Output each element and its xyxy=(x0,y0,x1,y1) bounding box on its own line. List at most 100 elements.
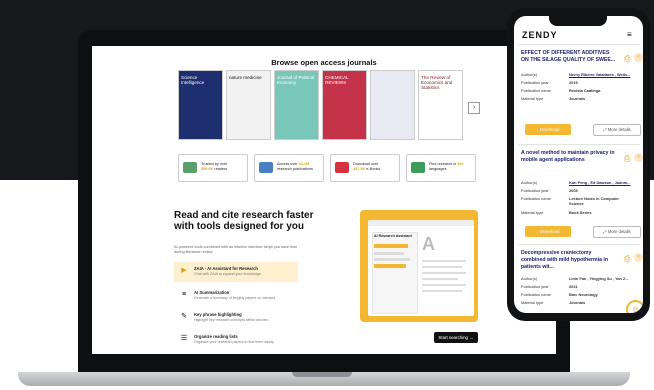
ai-assistant-preview: AI Research Assistant A xyxy=(360,210,478,322)
pdf-icon[interactable]: ⎙ xyxy=(624,54,632,64)
stat-languages: Find research in 54+ languages xyxy=(406,154,476,182)
journal-cover-title: CHEMICAL REVIEWS xyxy=(325,75,349,85)
result-card: Decompressive craniectomy combined with … xyxy=(519,250,643,312)
list-icon: ☰ xyxy=(180,335,188,342)
stat-value: 54+ xyxy=(457,162,464,166)
meta-publication: Lecture Notes in Computer Science xyxy=(569,196,619,206)
stat-unit: e-Books xyxy=(365,167,381,171)
result-title[interactable]: EFFECT OF DIFFERENT ADDITIVES ON THE SIL… xyxy=(521,50,617,64)
result-card: EFFECT OF DIFFERENT ADDITIVES ON THE SIL… xyxy=(519,50,643,142)
ai-panel-title: AI Research Assistant xyxy=(374,234,412,238)
journal-cover-title: Science Intelligence xyxy=(181,75,205,85)
share-icon[interactable]: < xyxy=(634,153,643,162)
journal-cover[interactable]: CHEMICAL REVIEWS xyxy=(322,70,367,140)
feature-title: Organize reading lists xyxy=(194,334,238,339)
journal-cover-title: Journal of Political Economy xyxy=(277,75,315,85)
highlight-icon: ✎ xyxy=(181,313,187,320)
journal-cover[interactable]: Journal of Political Economy xyxy=(274,70,319,140)
zaia-icon: ▶ xyxy=(181,267,187,274)
meta-year: 2005 xyxy=(569,188,578,193)
meta-label: Author(s) xyxy=(521,276,537,281)
stat-readers: Trusted by over 550.9K readers xyxy=(178,154,248,182)
feature-highlighting[interactable]: ✎ Key phrase highlighting Highlight key … xyxy=(174,308,298,328)
feature-title: Key phrase highlighting xyxy=(194,312,242,317)
download-icon xyxy=(335,162,349,173)
feature-desc: Generate a summary of lengthy papers on … xyxy=(194,296,277,300)
download-button[interactable]: ↓ Download xyxy=(525,124,571,135)
feature-reading-lists[interactable]: ☰ Organize reading lists Organize your r… xyxy=(174,330,298,350)
journal-cover[interactable]: Science Intelligence xyxy=(178,70,223,140)
stat-line: Download over xyxy=(353,162,379,166)
more-details-button[interactable]: ⤢ More details xyxy=(593,226,641,238)
meta-authors[interactable]: Linin Fan , Yingying Su , Yan Z... xyxy=(569,276,629,281)
meta-material: Book Series xyxy=(569,210,592,215)
meta-material: Journals xyxy=(569,96,586,101)
meta-year: 2021 xyxy=(569,284,578,289)
meta-material: Journals xyxy=(569,300,586,305)
summary-icon: ≡ xyxy=(181,291,187,298)
result-title[interactable]: Decompressive craniectomy combined with … xyxy=(521,250,617,271)
meta-label: Author(s) xyxy=(521,72,537,77)
meta-label: Publication name xyxy=(521,88,551,93)
feature-title: ZAIA - AI Assistant for Research xyxy=(194,266,258,271)
meta-label: Publication year xyxy=(521,188,549,193)
share-icon[interactable]: < xyxy=(634,253,643,262)
laptop-notch xyxy=(292,372,352,377)
stat-value: 457.5K xyxy=(353,167,366,171)
result-card: A novel method to maintain privacy in mo… xyxy=(519,150,643,242)
phone-notch xyxy=(549,16,607,26)
more-details-button[interactable]: ⤢ More details xyxy=(593,124,641,136)
stat-unit: readers xyxy=(213,167,228,171)
divider xyxy=(518,244,640,245)
publications-icon xyxy=(259,162,273,173)
start-searching-button[interactable]: Start searching → xyxy=(434,332,478,343)
divider xyxy=(518,144,640,145)
stat-line: Access over 31.1M xyxy=(277,162,309,166)
zendy-logo: ZENDY xyxy=(522,30,558,40)
pdf-icon[interactable]: ⎙ xyxy=(624,154,632,164)
feature-desc: Organize your research papers to find th… xyxy=(194,340,275,344)
share-icon[interactable]: < xyxy=(634,53,643,62)
section-title: Browse open access journals xyxy=(271,58,377,67)
meta-authors[interactable]: Nerny Ribeiro Valadares , Wells... xyxy=(569,72,630,77)
stat-line: Find research in 54+ xyxy=(429,162,464,166)
stat-publications: Access over 31.1M research publications xyxy=(254,154,324,182)
feature-desc: Highlight key research concepts within a… xyxy=(194,318,269,322)
meta-label: Publication name xyxy=(521,196,551,201)
stat-line: research publications xyxy=(277,167,313,171)
stat-line: 550.9K readers xyxy=(201,167,227,171)
meta-label: Publication year xyxy=(521,80,549,85)
pdf-icon[interactable]: ⎙ xyxy=(624,254,632,264)
feature-zaia[interactable]: ▶ ZAIA - AI Assistant for Research Chat … xyxy=(174,262,298,282)
meta-label: Material type xyxy=(521,210,544,215)
menu-icon[interactable]: ≡ xyxy=(627,31,636,39)
next-arrow-button[interactable]: › xyxy=(468,102,480,114)
journal-cover[interactable]: The Review of Economics and Statistics xyxy=(418,70,463,140)
journal-cover[interactable]: nature medicine xyxy=(226,70,271,140)
stat-ebooks: Download over 457.5K e-Books xyxy=(330,154,400,182)
cite-heading: Read and cite research faster with tools… xyxy=(174,210,314,232)
laptop-screen: Browse open access journals Science Inte… xyxy=(92,46,556,354)
meta-label: Publication name xyxy=(521,292,551,297)
journal-cover-title: The Review of Economics and Statistics xyxy=(421,75,453,90)
stat-label: Find research in xyxy=(429,162,458,166)
stat-line: 457.5K e-Books xyxy=(353,167,380,171)
journal-cover-title: nature medicine xyxy=(229,75,262,80)
phone-frame: ZENDY ≡ EFFECT OF DIFFERENT ADDITIVES ON… xyxy=(507,8,650,321)
meta-publication: Bmc Neurology xyxy=(569,292,598,297)
zaia-fab-button[interactable]: ◎ xyxy=(626,300,643,313)
divider xyxy=(518,44,640,45)
meta-label: Publication year xyxy=(521,284,549,289)
feature-summarization[interactable]: ≡ AI Summarization Generate a summary of… xyxy=(174,286,298,306)
feature-title: AI Summarization xyxy=(194,290,230,295)
meta-year: 2019 xyxy=(569,80,578,85)
feature-desc: Chat with ZAIA to expand your knowledge. xyxy=(194,272,262,276)
stat-line: Trusted by over xyxy=(201,162,228,166)
download-button[interactable]: ↓ Download xyxy=(525,226,571,237)
journal-cover[interactable] xyxy=(370,70,415,140)
meta-authors[interactable]: Kun Peng , Ed Dawson , Juanm... xyxy=(569,180,630,185)
cite-subtitle: AI-powered tools combined with an intuit… xyxy=(174,245,298,254)
stat-value: 31.1M xyxy=(298,162,310,166)
result-title[interactable]: A novel method to maintain privacy in mo… xyxy=(521,150,617,164)
meta-label: Material type xyxy=(521,96,544,101)
